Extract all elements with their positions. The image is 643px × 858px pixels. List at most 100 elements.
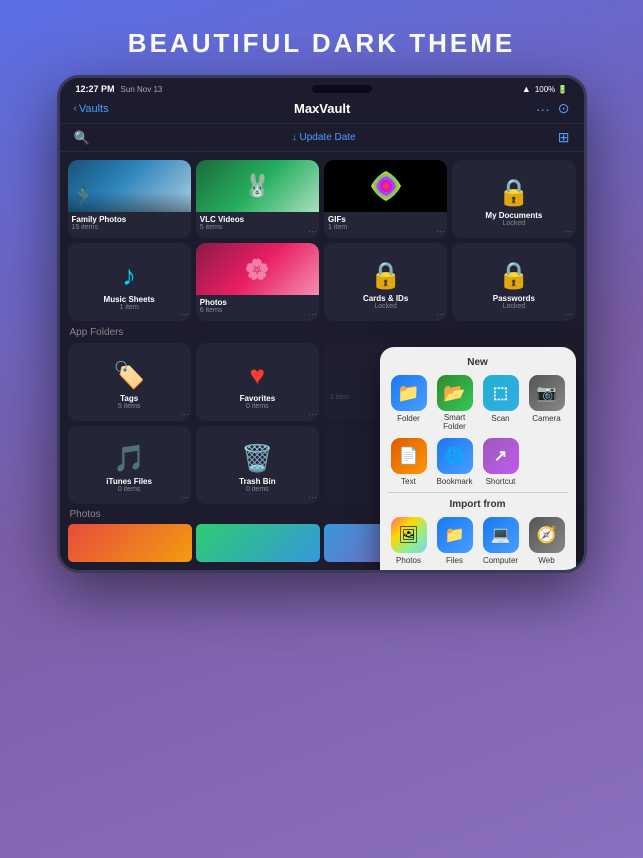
- popup-import-photos[interactable]: 🖼 Photos: [388, 517, 430, 565]
- folder-more-icon[interactable]: ···: [308, 309, 317, 319]
- folder-trash-bin[interactable]: 🗑️ Trash Bin 0 items ···: [196, 426, 319, 504]
- gifs-thumbnail: [324, 160, 447, 212]
- folder-more-icon[interactable]: ···: [308, 409, 317, 419]
- folder-vlc-videos[interactable]: 🐰 VLC Videos 5 items ···: [196, 160, 319, 238]
- popup-computer-import-label: Computer: [483, 556, 518, 565]
- folder-more-icon[interactable]: ···: [436, 226, 445, 236]
- folder-cards-ids[interactable]: 🔒 Cards & IDs Locked ···: [324, 243, 447, 321]
- ipad-frame: 12:27 PM Sun Nov 13 ▲ 100% 🔋 ‹ Vaults Ma…: [57, 75, 587, 573]
- folder-label: iTunes Files: [72, 477, 187, 486]
- grid-view-icon[interactable]: ⊞: [558, 129, 570, 146]
- folder-label: Trash Bin: [200, 477, 315, 486]
- passwords-lock-icon: 🔒: [498, 260, 530, 291]
- tags-icon: 🏷️: [113, 360, 145, 391]
- folder-more-icon[interactable]: ···: [565, 226, 574, 236]
- folder-sublabel: 1 item: [72, 304, 187, 311]
- popup-web-import-icon: 🧭: [529, 517, 565, 553]
- folder-label: Music Sheets: [72, 295, 187, 304]
- page-header: BEAUTIFUL DARK THEME: [0, 0, 643, 75]
- folder-itunes-files[interactable]: 🎵 iTunes Files 0 items ···: [68, 426, 191, 504]
- lock-icon: 🔒: [498, 177, 530, 208]
- folder-photos[interactable]: 🌸 Photos 6 items ···: [196, 243, 319, 321]
- popup-folder-icon: 📁: [391, 375, 427, 411]
- folder-sublabel: Locked: [456, 220, 571, 227]
- folder-music-sheets[interactable]: ♪ Music Sheets 1 item ···: [68, 243, 191, 321]
- folder-label: Passwords: [456, 294, 571, 303]
- popup-item-camera[interactable]: 📷 Camera: [526, 375, 568, 432]
- popup-smart-folder-icon: 📂: [437, 375, 473, 411]
- popup-new-title: New: [388, 357, 568, 368]
- photo-thumb-2[interactable]: [196, 524, 320, 562]
- folder-sublabel: 1 item: [328, 224, 443, 231]
- popup-import-computer[interactable]: 💻 Computer: [480, 517, 522, 565]
- favorites-icon: ♥: [250, 360, 265, 391]
- popup-text-label: Text: [401, 477, 416, 486]
- popup-scan-label: Scan: [491, 414, 509, 423]
- photo-thumb-1[interactable]: [68, 524, 192, 562]
- popup-import-title: Import from: [388, 499, 568, 510]
- trash-icon: 🗑️: [241, 443, 273, 474]
- popup-import-files[interactable]: 📁 Files: [434, 517, 476, 565]
- folder-my-documents[interactable]: 🔒 My Documents Locked ···: [452, 160, 575, 238]
- folder-more-icon[interactable]: ···: [565, 309, 574, 319]
- nav-more-icon[interactable]: ···: [536, 101, 550, 117]
- popup-scan-icon: ⬚: [483, 375, 519, 411]
- popup-web-import-label: Web: [538, 556, 554, 565]
- status-time: 12:27 PM: [76, 84, 115, 94]
- popup-item-text[interactable]: 📄 Text: [388, 438, 430, 486]
- folder-label: Cards & IDs: [328, 294, 443, 303]
- nav-profile-icon[interactable]: ⊙: [558, 100, 570, 117]
- popup-smart-folder-label: Smart Folder: [434, 414, 476, 432]
- popup-files-import-label: Files: [446, 556, 463, 565]
- header-title: BEAUTIFUL DARK THEME: [128, 28, 515, 58]
- folder-sublabel: 15 items: [72, 224, 187, 231]
- status-notch: [312, 85, 372, 93]
- popup-clipboard-item[interactable]: 📋 Clipboard: [392, 571, 428, 573]
- popup-clipboard-icon: 📋: [392, 571, 428, 573]
- popup-import-web[interactable]: 🧭 Web: [526, 517, 568, 565]
- folder-more-icon[interactable]: ···: [308, 226, 317, 236]
- folder-more-icon[interactable]: ···: [180, 409, 189, 419]
- wifi-icon: ▲: [522, 84, 531, 94]
- nav-bar: ‹ Vaults MaxVault ··· ⊙: [60, 97, 584, 124]
- folder-more-icon[interactable]: ···: [180, 309, 189, 319]
- itunes-icon: 🎵: [113, 443, 145, 474]
- back-button[interactable]: ‹ Vaults: [74, 103, 109, 115]
- folder-label: My Documents: [456, 211, 571, 220]
- status-bar: 12:27 PM Sun Nov 13 ▲ 100% 🔋: [60, 78, 584, 97]
- popup-shortcut-label: Shortcut: [486, 477, 516, 486]
- popup-computer-import-icon: 💻: [483, 517, 519, 553]
- popup-item-scan[interactable]: ⬚ Scan: [480, 375, 522, 432]
- battery-icon: 100% 🔋: [535, 85, 568, 94]
- popup-item-shortcut[interactable]: ↗ Shortcut: [480, 438, 522, 486]
- folder-tags[interactable]: 🏷️ Tags 5 items ···: [68, 343, 191, 421]
- sort-button[interactable]: ↓ Update Date: [292, 132, 356, 143]
- folder-favorites[interactable]: ♥ Favorites 0 items ···: [196, 343, 319, 421]
- popup-bookmark-icon: 🌐: [437, 438, 473, 474]
- popup-item-folder[interactable]: 📁 Folder: [388, 375, 430, 432]
- popup-files-import-icon: 📁: [437, 517, 473, 553]
- popup-item-bookmark[interactable]: 🌐 Bookmark: [434, 438, 476, 486]
- vlc-thumbnail: 🐰: [196, 160, 319, 212]
- popup-divider: [388, 492, 568, 493]
- search-icon[interactable]: 🔍: [74, 130, 90, 146]
- popup-folder-label: Folder: [397, 414, 420, 423]
- popup-menu: New 📁 Folder 📂 Smart Folder ⬚ Scan: [380, 347, 576, 573]
- folder-label: VLC Videos: [200, 215, 315, 224]
- folder-more-icon[interactable]: ···: [436, 309, 445, 319]
- photos-thumbnail: 🌸: [196, 243, 319, 295]
- music-icon: ♪: [122, 260, 136, 292]
- folder-more-icon[interactable]: ···: [180, 492, 189, 502]
- cards-lock-icon: 🔒: [369, 260, 401, 291]
- family-thumbnail: 🏃: [68, 160, 191, 212]
- folder-gifs[interactable]: GIFs 1 item ···: [324, 160, 447, 238]
- folder-passwords[interactable]: 🔒 Passwords Locked ···: [452, 243, 575, 321]
- folder-family-photos[interactable]: 🏃 Family Photos 15 items ···: [68, 160, 191, 238]
- back-label: Vaults: [79, 103, 109, 115]
- folder-sublabel: Locked: [328, 303, 443, 310]
- folder-label: Tags: [72, 394, 187, 403]
- folder-more-icon[interactable]: ···: [308, 492, 317, 502]
- folder-sublabel: 5 items: [200, 224, 315, 231]
- folder-label: Photos: [200, 298, 315, 307]
- popup-item-smart-folder[interactable]: 📂 Smart Folder: [434, 375, 476, 432]
